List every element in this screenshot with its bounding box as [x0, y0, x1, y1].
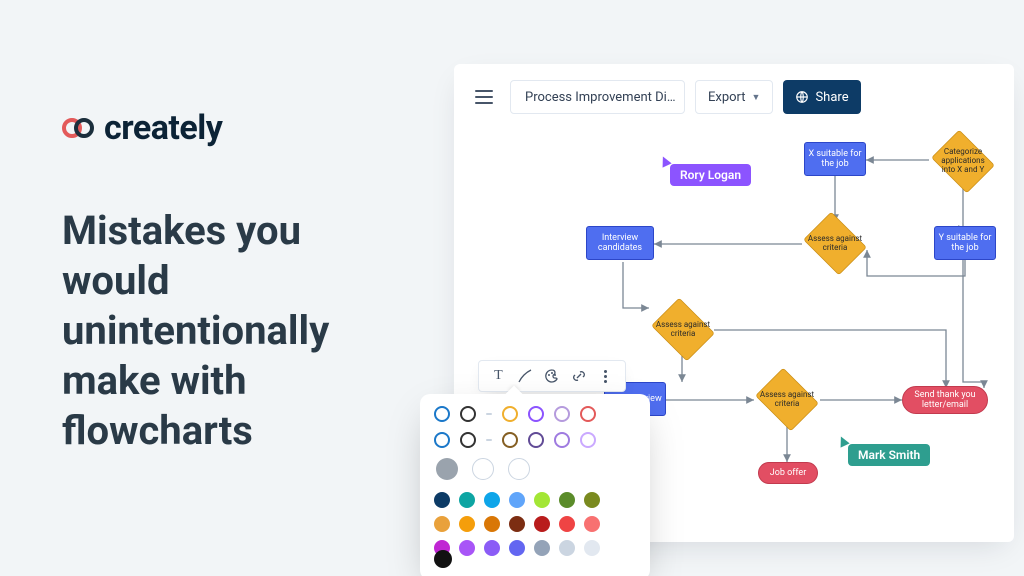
- node-categorize-label: Categorize applications into X and Y: [928, 134, 998, 189]
- node-y-suitable[interactable]: Y suitable for the job: [934, 226, 996, 260]
- node-categorize[interactable]: Categorize applications into X and Y: [928, 134, 998, 189]
- swatch[interactable]: [509, 540, 525, 556]
- swatch[interactable]: [484, 516, 500, 532]
- connector-tool-icon[interactable]: [517, 368, 533, 384]
- node-assess-2[interactable]: Assess against criteria: [648, 302, 718, 357]
- swatch[interactable]: [484, 540, 500, 556]
- swatch-big-outline[interactable]: [508, 458, 530, 480]
- format-toolbar[interactable]: T: [478, 360, 626, 392]
- swatch-big[interactable]: [436, 458, 458, 480]
- swatch[interactable]: [559, 540, 575, 556]
- text-tool-icon[interactable]: T: [490, 368, 506, 384]
- link-tool-icon[interactable]: [571, 368, 587, 384]
- palette-row: [434, 516, 636, 532]
- more-tool-icon[interactable]: [598, 368, 614, 384]
- swatch-outline[interactable]: [554, 432, 570, 448]
- swatch[interactable]: [434, 516, 450, 532]
- palette-tool-icon[interactable]: [544, 368, 560, 384]
- brand-name: creately: [104, 108, 222, 148]
- node-assess-1-label: Assess against criteria: [800, 216, 870, 271]
- app-window: Process Improvement Di… Export ▼ Share: [454, 64, 1014, 542]
- swatch[interactable]: [534, 492, 550, 508]
- swatch[interactable]: [484, 492, 500, 508]
- swatch[interactable]: [434, 492, 450, 508]
- swatch-outline[interactable]: [434, 432, 450, 448]
- node-x-suitable[interactable]: X suitable for the job: [804, 142, 866, 176]
- swatch-outline[interactable]: [460, 406, 476, 422]
- swatch-black[interactable]: [434, 550, 452, 568]
- palette-row-big: [436, 458, 636, 480]
- diagram-canvas[interactable]: X suitable for the job Y suitable for th…: [454, 64, 1014, 542]
- node-assess-3-label: Assess against criteria: [752, 372, 822, 427]
- palette-row: [434, 540, 636, 556]
- node-assess-3[interactable]: Assess against criteria: [752, 372, 822, 427]
- palette-separator: [486, 439, 492, 441]
- swatch[interactable]: [584, 492, 600, 508]
- logo-rings-icon: [62, 116, 96, 140]
- brand-logo: creately: [62, 108, 442, 148]
- swatch-outline[interactable]: [434, 406, 450, 422]
- node-thankyou[interactable]: Send thank you letter/email: [902, 386, 988, 414]
- swatch[interactable]: [459, 516, 475, 532]
- swatch[interactable]: [509, 516, 525, 532]
- swatch-outline[interactable]: [460, 432, 476, 448]
- swatch-outline[interactable]: [528, 406, 544, 422]
- swatch-outline[interactable]: [554, 406, 570, 422]
- swatch[interactable]: [559, 516, 575, 532]
- swatch-outline[interactable]: [502, 406, 518, 422]
- swatch[interactable]: [534, 516, 550, 532]
- swatch[interactable]: [584, 540, 600, 556]
- palette-row-outline-2: [434, 432, 636, 448]
- swatch[interactable]: [459, 492, 475, 508]
- swatch[interactable]: [559, 492, 575, 508]
- palette-row-outline-1: [434, 406, 636, 422]
- page-headline: Mistakes you would unintentionally make …: [62, 206, 412, 456]
- node-assess-1[interactable]: Assess against criteria: [800, 216, 870, 271]
- swatch[interactable]: [534, 540, 550, 556]
- palette-row: [434, 492, 636, 508]
- swatch-outline[interactable]: [528, 432, 544, 448]
- swatch-big-outline[interactable]: [472, 458, 494, 480]
- node-assess-2-label: Assess against criteria: [648, 302, 718, 357]
- swatch[interactable]: [509, 492, 525, 508]
- swatch-outline[interactable]: [580, 406, 596, 422]
- color-palette-popup[interactable]: [420, 394, 650, 576]
- swatch-outline[interactable]: [502, 432, 518, 448]
- swatch[interactable]: [459, 540, 475, 556]
- node-interview[interactable]: Interview candidates: [586, 226, 654, 260]
- swatch-outline[interactable]: [580, 432, 596, 448]
- cursor-rory: Rory Logan: [670, 164, 751, 186]
- swatch[interactable]: [584, 516, 600, 532]
- node-joboffer[interactable]: Job offer: [758, 462, 818, 484]
- palette-separator: [486, 413, 492, 415]
- cursor-mark: Mark Smith: [848, 444, 930, 466]
